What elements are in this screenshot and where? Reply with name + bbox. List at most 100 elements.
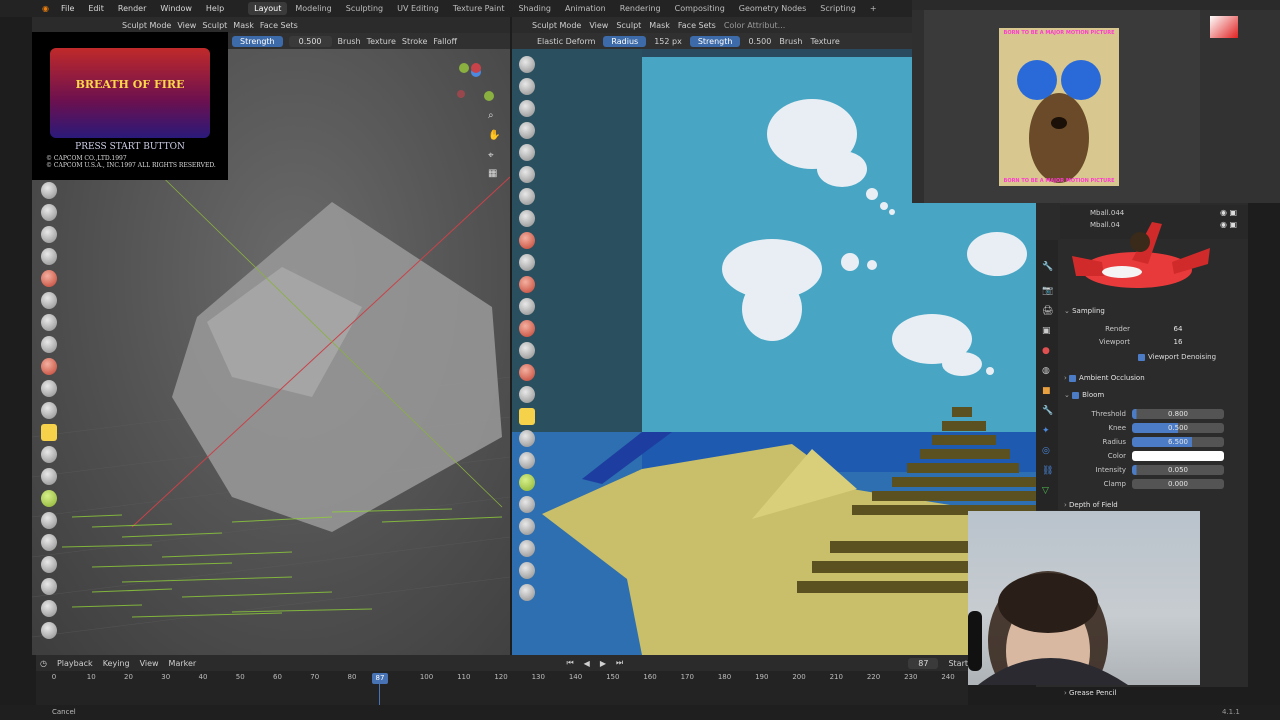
start-frame-label[interactable]: Start bbox=[948, 659, 968, 668]
left-menu-view[interactable]: View bbox=[177, 21, 196, 30]
right-brush-dropdown[interactable]: Brush bbox=[779, 37, 802, 46]
fill-brush-icon[interactable] bbox=[41, 402, 57, 419]
inflate-brush-icon[interactable] bbox=[41, 292, 57, 309]
draw-sharp-brush-icon[interactable] bbox=[519, 78, 535, 95]
viewport-denoising-checkbox[interactable]: Viewport Denoising bbox=[1138, 353, 1216, 361]
crease-brush-icon[interactable] bbox=[41, 336, 57, 353]
playhead[interactable]: 87 bbox=[372, 673, 388, 684]
radius-slider[interactable]: 6.500 bbox=[1132, 437, 1224, 447]
menu-window[interactable]: Window bbox=[154, 2, 198, 15]
cloth-brush-icon[interactable] bbox=[41, 600, 57, 617]
menu-render[interactable]: Render bbox=[112, 2, 152, 15]
right-strength-label[interactable]: Strength bbox=[689, 35, 741, 47]
current-frame-field[interactable]: 87 bbox=[908, 657, 939, 669]
scene-tab-icon[interactable]: ● bbox=[1042, 346, 1050, 356]
tab-uv-editing[interactable]: UV Editing bbox=[391, 2, 445, 15]
flatten-brush-icon[interactable] bbox=[41, 380, 57, 397]
layer-brush-icon[interactable] bbox=[41, 270, 57, 287]
elastic-deform-brush-icon[interactable] bbox=[519, 408, 535, 425]
play-reverse-icon[interactable]: ◀ bbox=[584, 659, 590, 668]
inflate-brush-icon[interactable] bbox=[519, 188, 535, 205]
bloom-section-header[interactable]: ⌄ Bloom bbox=[1064, 391, 1104, 399]
visibility-eye-icon[interactable]: ◉ ▣ bbox=[1220, 220, 1237, 229]
data-tab-icon[interactable]: ▽ bbox=[1042, 486, 1049, 496]
thumb-brush-icon[interactable] bbox=[41, 468, 57, 485]
menu-file[interactable]: File bbox=[55, 2, 80, 15]
right-mode-dropdown[interactable]: Sculpt Mode bbox=[532, 21, 581, 30]
elastic-deform-brush-icon[interactable] bbox=[41, 424, 57, 441]
clay-brush-icon[interactable] bbox=[41, 226, 57, 243]
multiplane-scrape-brush-icon[interactable] bbox=[519, 342, 535, 359]
grid-toggle-icon[interactable]: ▦ bbox=[488, 168, 497, 179]
right-menu-view[interactable]: View bbox=[589, 21, 608, 30]
pose-brush-icon[interactable] bbox=[519, 474, 535, 491]
tab-geometry-nodes[interactable]: Geometry Nodes bbox=[733, 2, 812, 15]
tab-shading[interactable]: Shading bbox=[512, 2, 557, 15]
layer-brush-icon[interactable] bbox=[519, 166, 535, 183]
boundary-brush-icon[interactable] bbox=[519, 562, 535, 579]
rotate-brush-icon[interactable] bbox=[519, 518, 535, 535]
left-menu-face-sets[interactable]: Face Sets bbox=[260, 21, 298, 30]
slide-relax-brush-icon[interactable] bbox=[519, 540, 535, 557]
boundary-brush-icon[interactable] bbox=[41, 578, 57, 595]
tab-modeling[interactable]: Modeling bbox=[289, 2, 337, 15]
pinch-brush-icon[interactable] bbox=[519, 364, 535, 381]
simplify-brush-icon[interactable] bbox=[41, 622, 57, 639]
menu-help[interactable]: Help bbox=[200, 2, 230, 15]
ao-checkbox-icon[interactable] bbox=[1069, 374, 1077, 382]
ps-color-picker[interactable] bbox=[1210, 16, 1238, 38]
ambient-occlusion-section-header[interactable]: › Ambient Occlusion bbox=[1064, 374, 1145, 382]
tab-animation[interactable]: Animation bbox=[559, 2, 612, 15]
right-menu-sculpt[interactable]: Sculpt bbox=[616, 21, 641, 30]
outliner-row-mball-044[interactable]: Mball.044 bbox=[1090, 209, 1124, 217]
nudge-brush-icon[interactable] bbox=[519, 496, 535, 513]
left-strength-label[interactable]: Strength bbox=[232, 35, 283, 47]
pan-hand-icon[interactable]: ✋ bbox=[488, 130, 500, 141]
draw-brush-icon[interactable] bbox=[519, 56, 535, 73]
right-texture-dropdown[interactable]: Texture bbox=[810, 37, 839, 46]
left-mode-dropdown[interactable]: Sculpt Mode bbox=[122, 21, 171, 30]
view-menu[interactable]: View bbox=[140, 659, 159, 668]
render-samples-field[interactable]: 64 bbox=[1132, 324, 1224, 334]
grab-brush-icon[interactable] bbox=[519, 386, 535, 403]
left-texture-dropdown[interactable]: Texture bbox=[367, 37, 396, 46]
play-icon[interactable]: ▶ bbox=[600, 659, 606, 668]
blob-brush-icon[interactable] bbox=[519, 210, 535, 227]
grease-pencil-section-header[interactable]: › Grease Pencil bbox=[1064, 689, 1116, 697]
left-stroke-dropdown[interactable]: Stroke bbox=[402, 37, 428, 46]
viewport-samples-field[interactable]: 16 bbox=[1132, 337, 1224, 347]
right-menu-face-sets[interactable]: Face Sets bbox=[678, 21, 716, 30]
right-menu-mask[interactable]: Mask bbox=[649, 21, 670, 30]
tab-compositing[interactable]: Compositing bbox=[669, 2, 731, 15]
rotate-brush-icon[interactable] bbox=[41, 534, 57, 551]
output-tab-icon[interactable]: 🖨 bbox=[1042, 306, 1053, 316]
right-color-attribute[interactable]: Color Attribut... bbox=[724, 21, 785, 30]
view-layer-tab-icon[interactable]: ▣ bbox=[1042, 326, 1051, 336]
keying-menu[interactable]: Keying bbox=[103, 659, 130, 668]
flatten-brush-icon[interactable] bbox=[519, 276, 535, 293]
physics-tab-icon[interactable]: ◎ bbox=[1042, 446, 1050, 456]
nudge-brush-icon[interactable] bbox=[41, 512, 57, 529]
tab-texture-paint[interactable]: Texture Paint bbox=[447, 2, 511, 15]
modifier-tab-icon[interactable]: 🔧 bbox=[1042, 406, 1053, 416]
clay-thumb-brush-icon[interactable] bbox=[519, 144, 535, 161]
constraints-tab-icon[interactable]: ⛓ bbox=[1042, 466, 1053, 476]
tab-sculpting[interactable]: Sculpting bbox=[340, 2, 389, 15]
right-brush-name[interactable]: Elastic Deform bbox=[537, 37, 595, 46]
scrape-brush-icon[interactable] bbox=[519, 320, 535, 337]
draw-sharp-brush-icon[interactable] bbox=[41, 204, 57, 221]
knee-slider[interactable]: 0.500 bbox=[1132, 423, 1224, 433]
clay-brush-icon[interactable] bbox=[519, 100, 535, 117]
zoom-icon[interactable]: ⌕ bbox=[488, 110, 494, 121]
left-brush-dropdown[interactable]: Brush bbox=[338, 37, 361, 46]
clamp-field[interactable]: 0.000 bbox=[1132, 479, 1224, 489]
fill-brush-icon[interactable] bbox=[519, 298, 535, 315]
playback-menu[interactable]: Playback bbox=[57, 659, 93, 668]
blob-brush-icon[interactable] bbox=[41, 314, 57, 331]
left-falloff-dropdown[interactable]: Falloff bbox=[433, 37, 457, 46]
bloom-checkbox-icon[interactable] bbox=[1072, 391, 1080, 399]
jump-end-icon[interactable]: ⏭ bbox=[616, 658, 623, 668]
render-tab-icon[interactable]: 📷 bbox=[1042, 286, 1053, 296]
visibility-eye-icon[interactable]: ◉ ▣ bbox=[1220, 208, 1237, 217]
left-menu-mask[interactable]: Mask bbox=[233, 21, 254, 30]
